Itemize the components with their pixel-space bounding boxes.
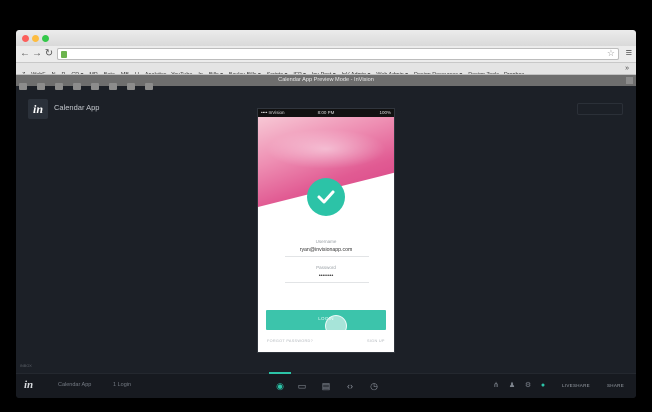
browser-window: ← → ↻ ☆ ≡ Z WebF N R CD ▾ MR Beta MB U Analytics … <box>16 30 636 398</box>
new-tab-button[interactable] <box>626 77 633 84</box>
minimize-window-button[interactable] <box>32 35 39 42</box>
battery-label: 100% <box>379 110 391 115</box>
active-mode-indicator <box>269 372 291 374</box>
share-button[interactable]: SHARE <box>607 383 624 388</box>
phone-status-bar: •••• InVision 8:00 PM 100% <box>258 109 394 117</box>
users-icon[interactable]: ♟ <box>506 379 518 393</box>
footer-project-name[interactable]: Calendar App <box>58 382 91 388</box>
status-time: 8:00 PM <box>317 110 335 115</box>
project-title: Calendar App <box>54 103 100 112</box>
maximize-window-button[interactable] <box>42 35 49 42</box>
share-network-icon[interactable]: ⋔ <box>490 379 502 393</box>
check-badge <box>307 178 345 216</box>
share-ghost-button[interactable] <box>577 103 623 115</box>
username-field[interactable]: ryan@invisionapp.com <box>258 247 394 253</box>
active-tab-title[interactable]: Calendar App Preview Mode - InVision <box>16 75 636 86</box>
username-underline <box>285 256 369 257</box>
inspect-code-icon[interactable]: ‹› <box>343 379 357 393</box>
browser-menu-icon[interactable]: ≡ <box>626 47 632 59</box>
history-clock-icon[interactable]: ◷ <box>367 379 381 393</box>
bookmarks-more-button[interactable]: » <box>622 63 632 74</box>
address-bar[interactable]: ☆ <box>57 48 619 60</box>
sign-up-link[interactable]: SIGN UP <box>367 339 385 343</box>
phone-prototype-screen: •••• InVision 8:00 PM 100% Username ryan… <box>257 108 395 353</box>
status-dot-icon: ● <box>540 382 546 389</box>
bottom-toolbar: in Calendar App 1 Login ◉ ▭ ▤ ‹› ◷ ⋔ ♟ ⚙… <box>16 372 636 398</box>
bookmark-star-icon[interactable]: ☆ <box>607 48 615 59</box>
footer-invision-logo[interactable]: in <box>24 379 33 391</box>
browser-toolbar: ← → ↻ ☆ ≡ <box>16 46 636 63</box>
tap-indicator <box>325 315 347 337</box>
preview-mode-eye-icon[interactable]: ◉ <box>273 379 287 393</box>
username-label: Username <box>315 239 337 244</box>
invision-logo[interactable]: in <box>28 99 48 119</box>
window-titlebar <box>16 30 636 46</box>
checkmark-icon <box>317 190 335 204</box>
bookmarks-bar: Z WebF N R CD ▾ MR Beta MB U Analytics - YouTube I… <box>16 63 636 75</box>
tab-bar: Calendar App Preview Mode - InVision <box>16 75 636 90</box>
password-field[interactable]: •••••••• <box>258 273 394 279</box>
reload-icon[interactable]: ↻ <box>43 48 55 60</box>
close-window-button[interactable] <box>22 35 29 42</box>
inbox-label: INBOX <box>20 364 32 368</box>
password-underline <box>285 282 369 283</box>
liveshare-button[interactable]: LIVESHARE <box>562 383 590 388</box>
comment-mode-icon[interactable]: ▭ <box>295 379 309 393</box>
back-arrow-icon[interactable]: ← <box>19 48 31 60</box>
settings-gear-icon[interactable]: ⚙ <box>522 379 534 393</box>
password-label: Password <box>316 265 336 270</box>
secure-lock-icon <box>61 51 67 58</box>
screen-selector[interactable]: 1 Login <box>113 382 131 388</box>
forgot-password-link[interactable]: FORGOT PASSWORD? <box>267 339 313 343</box>
forward-arrow-icon[interactable]: → <box>31 48 43 60</box>
build-mode-icon[interactable]: ▤ <box>319 379 333 393</box>
